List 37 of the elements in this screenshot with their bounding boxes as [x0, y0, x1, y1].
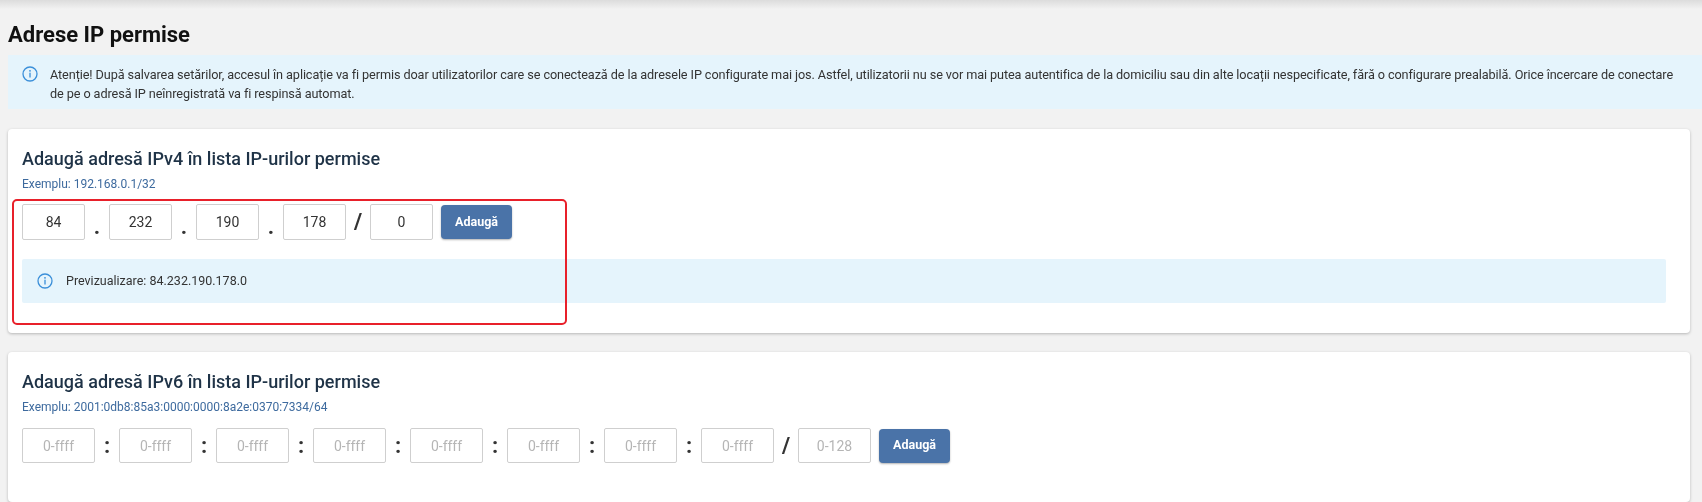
separator-mark: : [684, 434, 694, 457]
add-button[interactable]: Adaugă [879, 428, 950, 463]
info-icon [37, 273, 53, 289]
separator-mark: : [102, 434, 112, 457]
input-field[interactable]: 0 [370, 204, 433, 240]
separator-mark: : [296, 434, 306, 457]
add-button[interactable]: Adaugă [441, 205, 512, 239]
separator-mark: : [199, 434, 209, 457]
input-field[interactable]: 84 [22, 204, 85, 240]
separator-mark: : [490, 434, 500, 457]
input-field[interactable]: 0-ffff [22, 428, 95, 463]
separator-mark: : [393, 434, 403, 457]
input-field[interactable]: 0-ffff [604, 428, 677, 463]
separator-mark: / [780, 434, 792, 457]
separator-mark: : [587, 434, 597, 457]
alert-text: Atenție! După salvarea setărilor, accesul în aplicație va fi permis doar utilizatorilor care se conectează de la adresele IP configurate mai jos. Astfel, utilizatorii nu se vor mai putea autentifica de la domiciliu sau din alte locații nespecificate, fără o configurare prealabilă. Orice încercare de conectare de pe o adresă IP neînregistrată va fi respinsă automat. [50, 66, 1674, 99]
input-field[interactable]: 0-ffff [410, 428, 483, 463]
input-field[interactable]: 190 [196, 204, 259, 240]
section-heading: Adaugă adresă IPv4 în lista IP-urilor permise [22, 147, 382, 171]
preview-text: Previzualizare: 84.232.190.178.0 [66, 271, 247, 290]
input-field[interactable]: 232 [109, 204, 172, 240]
input-field[interactable]: 0-128 [798, 428, 871, 463]
separator-mark: . [179, 216, 189, 238]
input-field[interactable]: 0-ffff [119, 428, 192, 463]
example-text: Exemplu: 192.168.0.1/32 [22, 176, 157, 192]
separator-mark: . [92, 216, 102, 238]
input-field[interactable]: 0-ffff [701, 428, 774, 463]
example-text: Exemplu: 2001:0db8:85a3:0000:0000:8a2e:0370:7334/64 [22, 399, 329, 415]
section-heading: Adaugă adresă IPv6 în lista IP-urilor permise [22, 370, 382, 394]
input-field[interactable]: 0-ffff [507, 428, 580, 463]
separator-mark: . [266, 216, 276, 238]
info-icon [22, 66, 38, 82]
input-field[interactable]: 178 [283, 204, 346, 240]
input-field[interactable]: 0-ffff [216, 428, 289, 463]
page-title: Adrese IP permise [8, 21, 191, 49]
separator-mark: / [352, 211, 364, 233]
input-field[interactable]: 0-ffff [313, 428, 386, 463]
